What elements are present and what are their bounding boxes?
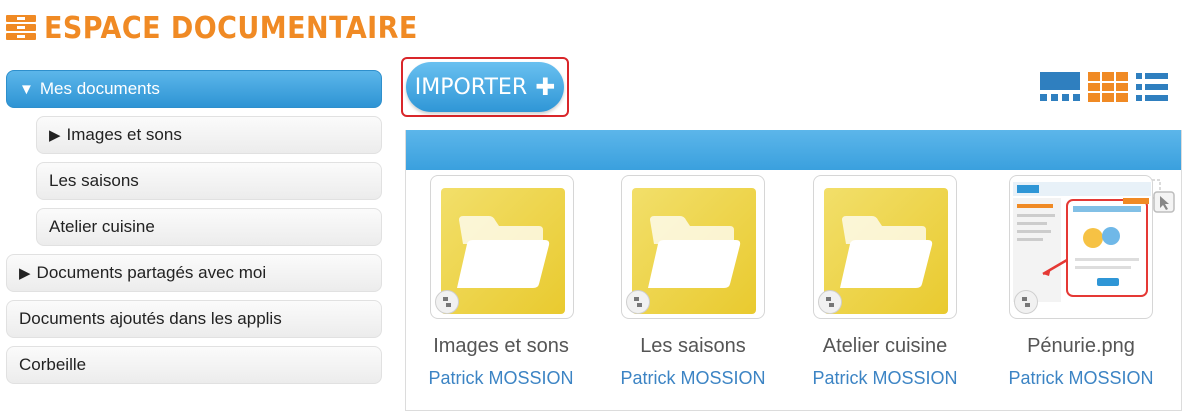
sidebar-item-documents-applis[interactable]: Documents ajoutés dans les applis (6, 300, 382, 338)
file-name[interactable]: Les saisons (608, 335, 778, 358)
sidebar-item-label: Mes documents (39, 79, 160, 98)
owner-link[interactable]: Patrick MOSSION (608, 368, 778, 389)
triangle-right-icon: ▶ (49, 127, 61, 144)
import-label: IMPORTER (414, 74, 528, 100)
sidebar-item-mes-documents[interactable]: ▼ Mes documents (6, 70, 382, 108)
image-thumbnail[interactable] (1009, 175, 1153, 319)
app-header: ESPACE DOCUMENTAIRE (6, 8, 459, 48)
sidebar-item-atelier-cuisine[interactable]: Atelier cuisine (36, 208, 382, 246)
sidebar-item-label: Atelier cuisine (49, 217, 155, 236)
carousel-view-icon[interactable] (1040, 72, 1080, 102)
folder-icon (632, 188, 756, 314)
list-view-icon[interactable] (1136, 72, 1168, 102)
sidebar: ▼ Mes documents ▶ Images et sons Les sai… (6, 70, 382, 392)
plus-icon: ✚ (535, 73, 556, 101)
sidebar-item-corbeille[interactable]: Corbeille (6, 346, 382, 384)
folder-thumbnail[interactable] (813, 175, 957, 319)
share-icon (818, 290, 842, 314)
sidebar-item-label: Documents partagés avec moi (36, 263, 267, 282)
sidebar-item-label: Corbeille (19, 355, 87, 374)
view-switcher (1040, 72, 1168, 102)
share-icon (1014, 290, 1038, 314)
drawers-icon (6, 13, 36, 43)
folder-icon (441, 188, 565, 314)
sidebar-item-label: Documents ajoutés dans les applis (19, 309, 282, 328)
folder-thumbnail[interactable] (621, 175, 765, 319)
sidebar-item-les-saisons[interactable]: Les saisons (36, 162, 382, 200)
grid-view-icon[interactable] (1088, 72, 1128, 102)
folder-thumbnail[interactable] (430, 175, 574, 319)
screenshot-preview (1013, 182, 1151, 302)
share-icon (626, 290, 650, 314)
owner-link[interactable]: Patrick MOSSION (996, 368, 1166, 389)
sidebar-item-label: Images et sons (66, 125, 182, 144)
share-icon (435, 290, 459, 314)
folder-icon (824, 188, 948, 314)
page-title: ESPACE DOCUMENTAIRE (44, 10, 418, 46)
import-button[interactable]: IMPORTER ✚ (406, 62, 564, 112)
triangle-right-icon: ▶ (19, 265, 31, 282)
sidebar-item-label: Les saisons (49, 171, 139, 190)
file-name[interactable]: Images et sons (416, 335, 586, 358)
panel-header (406, 130, 1181, 170)
sidebar-item-documents-partages[interactable]: ▶ Documents partagés avec moi (6, 254, 382, 292)
owner-link[interactable]: Patrick MOSSION (416, 368, 586, 389)
owner-link[interactable]: Patrick MOSSION (800, 368, 970, 389)
file-name[interactable]: Atelier cuisine (800, 335, 970, 358)
triangle-down-icon: ▼ (19, 80, 34, 98)
file-name[interactable]: Pénurie.png (996, 335, 1166, 358)
sidebar-item-images-et-sons[interactable]: ▶ Images et sons (36, 116, 382, 154)
